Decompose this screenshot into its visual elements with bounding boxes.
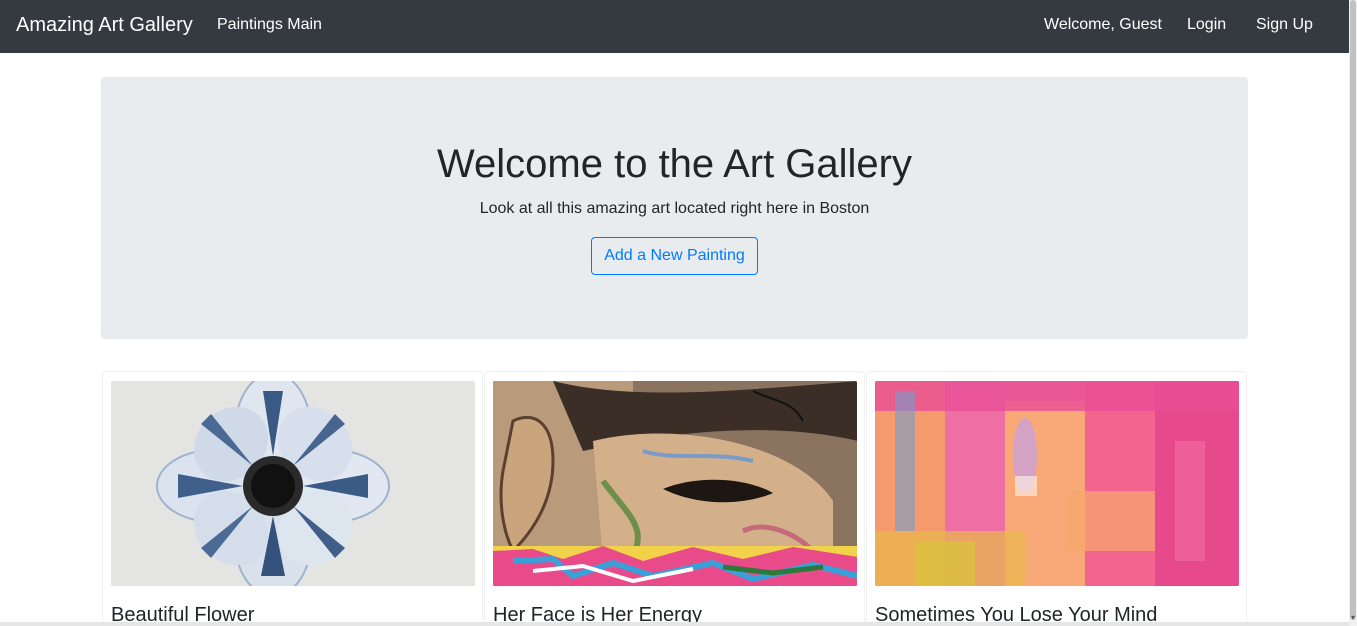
nav-signup[interactable]: Sign Up: [1256, 16, 1313, 34]
nav-paintings-main[interactable]: Paintings Main: [217, 16, 322, 34]
painting-image-abstract[interactable]: [875, 381, 1239, 586]
painting-image-flower[interactable]: [111, 381, 475, 586]
hero-subtitle: Look at all this amazing art located rig…: [479, 200, 870, 217]
add-painting-button[interactable]: Add a New Painting: [591, 237, 758, 275]
scroll-down-arrow-icon[interactable]: ▾: [1349, 614, 1357, 622]
scrollbar-thumb[interactable]: [1350, 0, 1356, 620]
painting-card[interactable]: Beautiful Flower: [102, 371, 483, 626]
painting-card[interactable]: Sometimes You Lose Your Mind: [866, 371, 1247, 626]
abstract-illustration: [875, 381, 1239, 586]
hero-jumbotron: Welcome to the Art Gallery Look at all t…: [101, 77, 1248, 339]
hero-title: Welcome to the Art Gallery: [437, 142, 912, 186]
vertical-scrollbar[interactable]: ▾: [1349, 0, 1357, 626]
page: Amazing Art Gallery Paintings Main Welco…: [0, 0, 1357, 626]
horizontal-scrollbar[interactable]: [0, 622, 1349, 626]
painting-image-face[interactable]: [493, 381, 857, 586]
painting-card[interactable]: Her Face is Her Energy: [484, 371, 865, 626]
nav-login[interactable]: Login: [1187, 16, 1226, 34]
top-navbar: Amazing Art Gallery Paintings Main Welco…: [0, 0, 1349, 53]
welcome-text: Welcome, Guest: [1044, 16, 1162, 33]
face-illustration: [493, 381, 857, 586]
brand-link[interactable]: Amazing Art Gallery: [16, 12, 193, 38]
flower-illustration: [111, 381, 475, 586]
